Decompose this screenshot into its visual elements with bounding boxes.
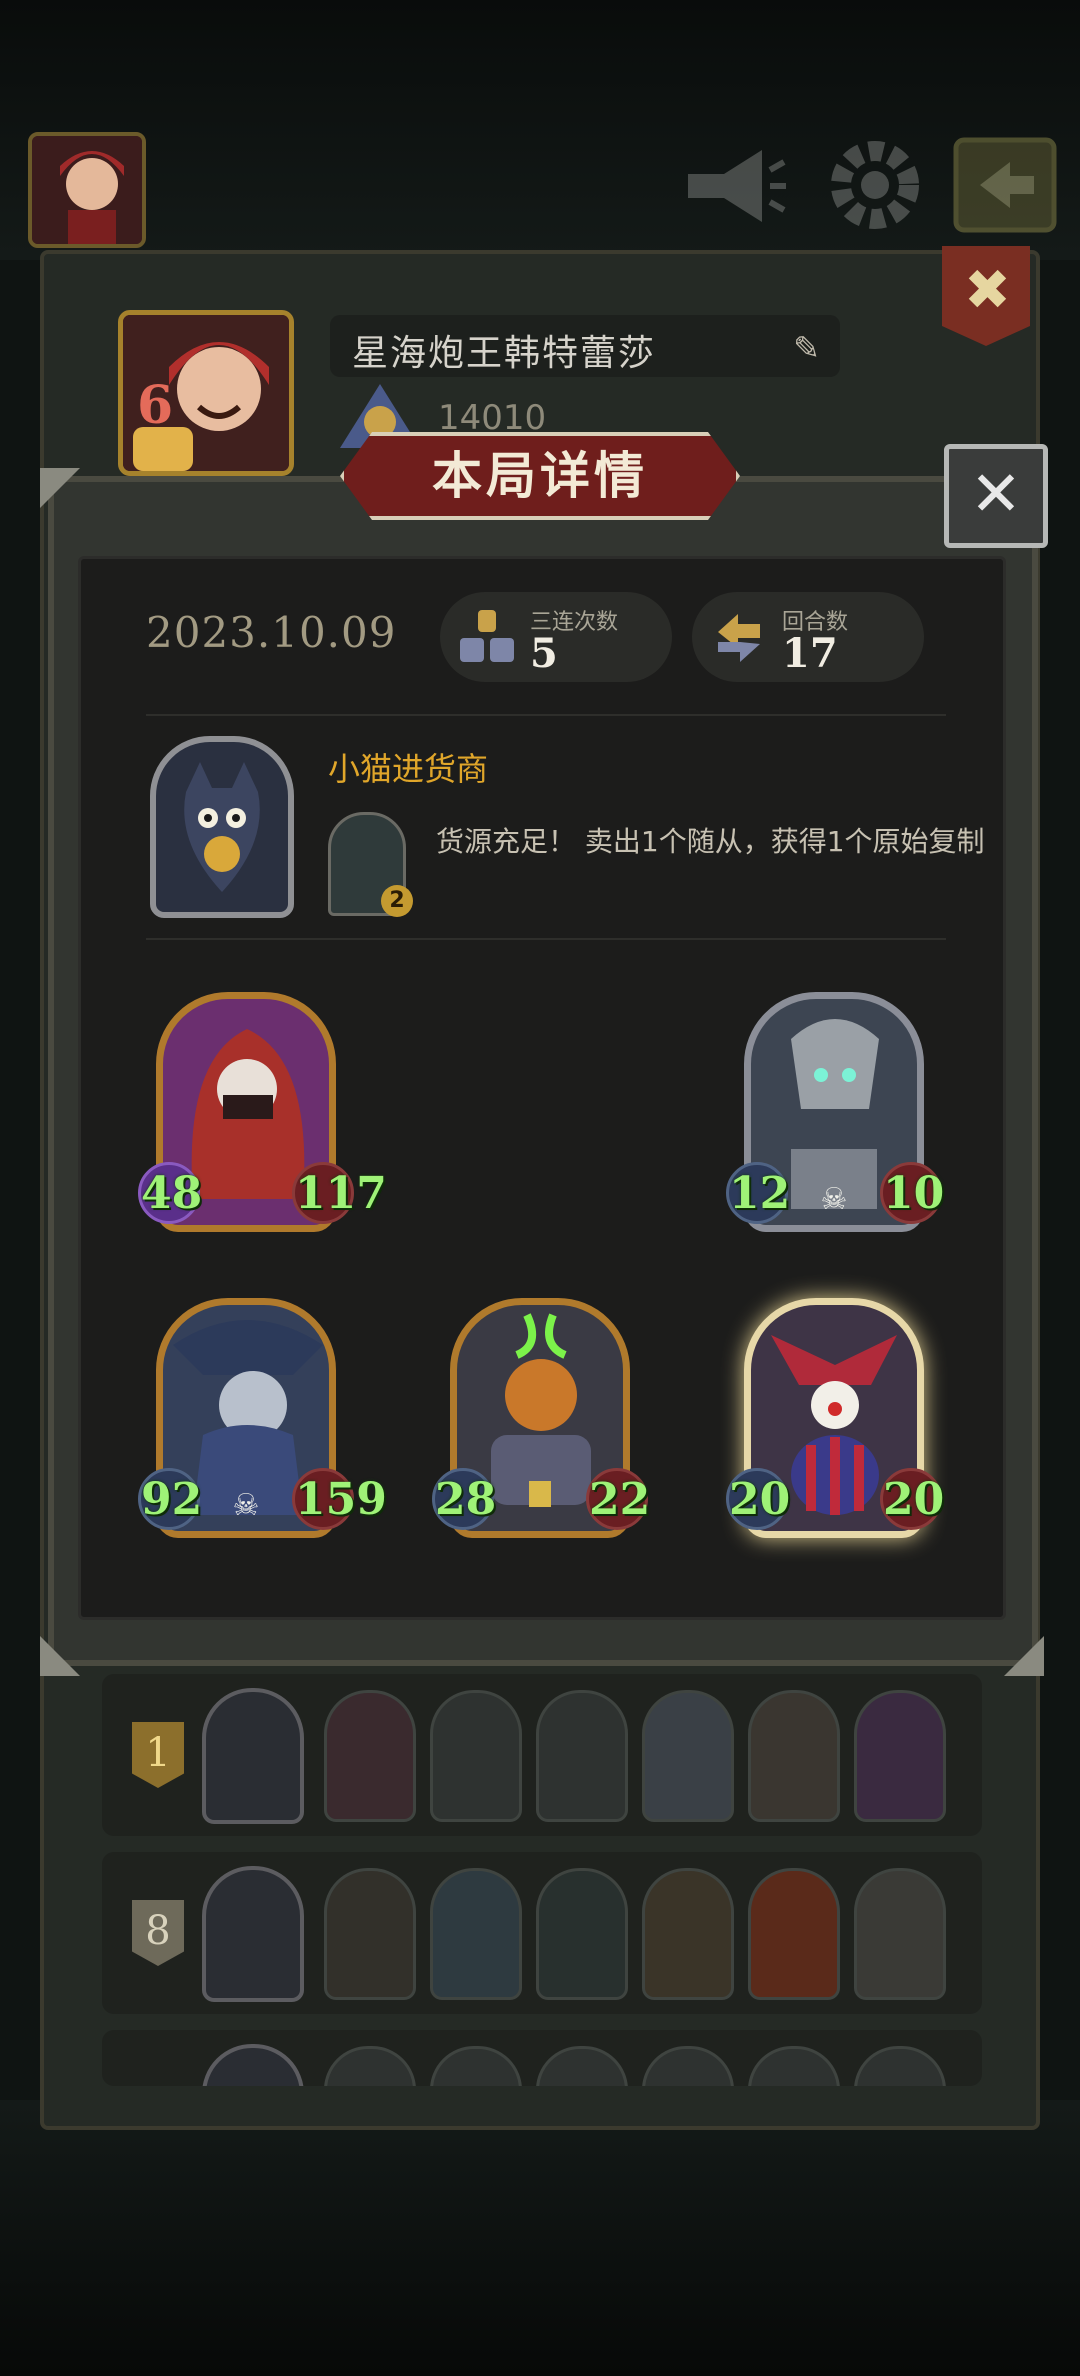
health-stat: 22 (586, 1468, 650, 1530)
rank-badge: 1 (132, 1722, 184, 1788)
health-stat: 20 (880, 1468, 944, 1530)
skill-count-badge: 2 (381, 885, 413, 917)
minion-thumb (854, 2046, 946, 2086)
hero-thumb (202, 1688, 304, 1824)
close-icon: ✖ (964, 258, 1011, 323)
minion-card[interactable]: 28 22 (432, 1298, 650, 1538)
hero-name: 小猫进货商 (328, 750, 489, 788)
minion-card[interactable]: 12 10 ☠ (726, 992, 944, 1232)
bottom-background (0, 2100, 1080, 2376)
player-name-bar[interactable]: 星海炮王韩特蕾莎 ✎ (330, 315, 840, 377)
minion-thumb (642, 1690, 734, 1822)
minion-thumb (854, 1868, 946, 2000)
panel-title: 本局详情 (432, 447, 648, 505)
player-avatar-small[interactable] (28, 132, 146, 248)
minion-card[interactable]: 92 159 ☠ (138, 1298, 387, 1538)
health-stat: 117 (292, 1162, 387, 1224)
minion-thumb (430, 1868, 522, 2000)
hero-thumb (202, 1866, 304, 2002)
attack-stat: 48 (138, 1162, 202, 1224)
hero-skill-icon[interactable]: 2 (328, 812, 413, 917)
skull-icon: ☠ (232, 1488, 260, 1523)
minion-thumb (324, 2046, 416, 2086)
minion-thumb (536, 1690, 628, 1822)
triple-icon (460, 610, 514, 662)
history-row[interactable]: 1 (102, 1674, 982, 1836)
health-stat: 10 (880, 1162, 944, 1224)
player-portrait-icon (32, 136, 142, 244)
attack-stat: 28 (432, 1468, 496, 1530)
minion-thumb (536, 1868, 628, 2000)
level-badge: 6 (137, 375, 174, 436)
minion-thumb (430, 1690, 522, 1822)
cat-merchant-icon (184, 762, 260, 892)
minion-thumb (324, 1690, 416, 1822)
gear-icon[interactable] (820, 130, 930, 240)
skull-icon: ☠ (820, 1182, 848, 1217)
minion-thumb (430, 2046, 522, 2086)
profile-avatar[interactable]: 6 (118, 310, 294, 476)
pencil-icon[interactable]: ✎ (793, 329, 820, 367)
minion-thumb (748, 1868, 840, 2000)
divider (146, 714, 946, 716)
game-date: 2023.10.09 (146, 608, 397, 657)
minion-thumb (748, 2046, 840, 2086)
attack-stat: 12 (726, 1162, 790, 1224)
rounds-icon (718, 614, 760, 662)
hero-skill-description: 货源充足！ 卖出1个随从，获得1个原始复制 (436, 825, 985, 858)
hero-thumb (202, 2044, 304, 2086)
history-row[interactable]: 8 (102, 1852, 982, 2014)
minion-thumb (642, 1868, 734, 2000)
megaphone-icon[interactable] (678, 130, 788, 240)
minion-card[interactable]: 48 117 (138, 992, 387, 1232)
history-row[interactable] (102, 2030, 982, 2086)
minion-card[interactable]: 20 20 (726, 1298, 944, 1538)
minion-thumb (854, 1690, 946, 1822)
player-name: 星海炮王韩特蕾莎 (352, 333, 657, 374)
rank-badge: 8 (132, 1900, 184, 1966)
minion-thumb (642, 2046, 734, 2086)
minion-thumb (536, 2046, 628, 2086)
triple-count-value: 5 (530, 630, 558, 677)
rounds-value: 17 (782, 630, 838, 677)
rounds-stat: 回合数 17 (692, 592, 924, 682)
exit-icon[interactable] (950, 130, 1060, 240)
attack-stat: 92 (138, 1468, 202, 1530)
hero-portrait[interactable] (150, 736, 294, 918)
attack-stat: 20 (726, 1468, 790, 1530)
minion-thumb (324, 1868, 416, 2000)
panel-title-banner: 本局详情 (340, 432, 740, 520)
triple-count-stat: 三连次数 5 (440, 592, 672, 682)
divider (146, 938, 946, 940)
minion-thumb (748, 1690, 840, 1822)
close-icon: ✕ (970, 457, 1022, 530)
panel-close-button[interactable]: ✕ (944, 444, 1048, 548)
health-stat: 159 (292, 1468, 387, 1530)
profile-close-button[interactable]: ✖ (942, 246, 1030, 346)
